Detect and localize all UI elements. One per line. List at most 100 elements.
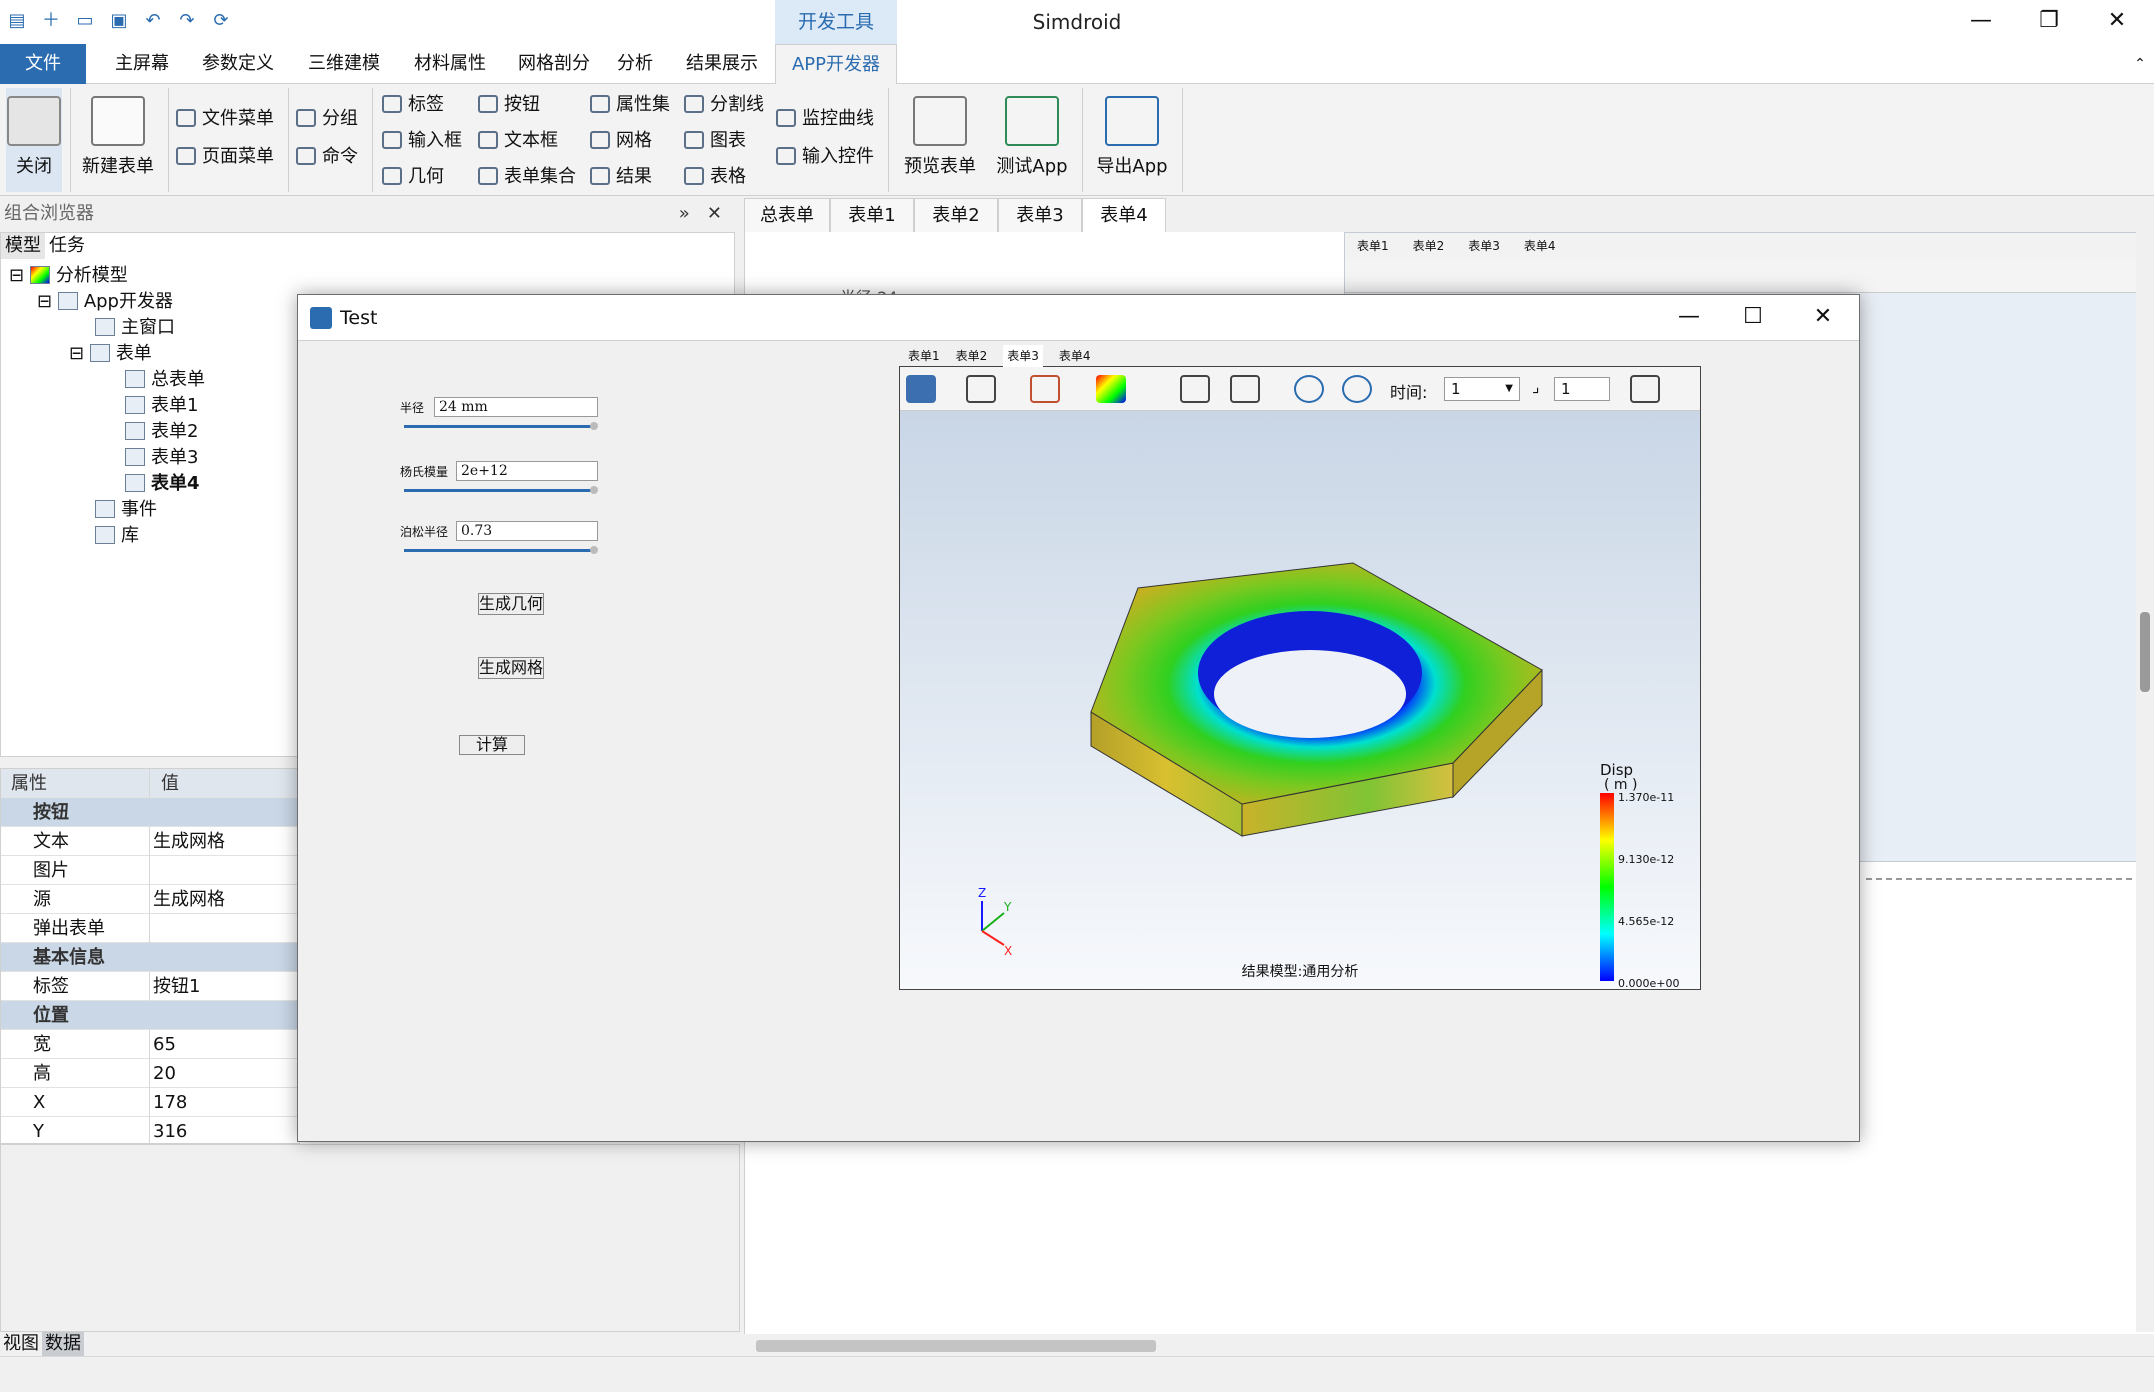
axes-icon[interactable] (1230, 375, 1260, 403)
close-panel-icon[interactable]: ✕ (707, 203, 722, 224)
dialog-maximize-button[interactable]: ☐ (1718, 295, 1788, 341)
viewer-tab-4[interactable]: 表单4 (1059, 345, 1091, 367)
step-spinbox[interactable]: 1 (1554, 377, 1610, 401)
tab-file[interactable]: 文件 (0, 44, 86, 84)
tab-data[interactable]: 数据 (42, 1332, 84, 1356)
tab-app-developer[interactable]: APP开发器 (775, 44, 897, 84)
radius-slider[interactable] (404, 422, 598, 430)
restore-button[interactable]: ❐ (2016, 0, 2082, 44)
fit-view-icon[interactable] (1180, 375, 1210, 403)
viewer-tab-1[interactable]: 表单1 (908, 345, 940, 367)
property-row[interactable]: 高 20 (1, 1059, 301, 1088)
tree-node-form2[interactable]: 表单2 (125, 419, 198, 445)
section-icon[interactable] (1030, 375, 1060, 403)
tree-node-forms[interactable]: ⊟ 表单 (69, 341, 152, 367)
tab-view[interactable]: 视图 (0, 1332, 42, 1356)
bg-view-tab-1[interactable]: 表单1 (1357, 233, 1389, 259)
result-button[interactable]: 结果 (590, 162, 652, 192)
compute-button[interactable]: 计算 (459, 735, 525, 755)
close-button[interactable]: ✕ (2084, 0, 2150, 44)
generate-geometry-button[interactable]: 生成几何 (478, 593, 544, 615)
property-value[interactable]: 生成网格 (153, 827, 225, 856)
tab-analysis[interactable]: 分析 (600, 44, 670, 84)
dialog-close-button[interactable]: ✕ (1788, 295, 1858, 341)
property-row[interactable]: 标签 按钮1 (1, 972, 301, 1001)
float-panel-icon[interactable]: » (679, 203, 690, 224)
poisson-slider[interactable] (404, 546, 598, 554)
zoom-icon[interactable] (966, 375, 996, 403)
command-button[interactable]: 命令 (296, 142, 358, 172)
rotate-cw-icon[interactable] (1294, 375, 1324, 403)
tree-node-analysis-model[interactable]: ⊟ 分析模型 (9, 263, 128, 289)
tab-results[interactable]: 结果展示 (668, 44, 776, 84)
minimize-button[interactable]: — (1948, 0, 2014, 44)
file-menu-button[interactable]: 文件菜单 (176, 104, 274, 134)
tab-model[interactable]: 模型 (1, 233, 45, 259)
prop-set-button[interactable]: 属性集 (590, 90, 670, 120)
tab-meshing[interactable]: 网格剖分 (500, 44, 608, 84)
property-row[interactable]: X 178 (1, 1088, 301, 1117)
form-set-button[interactable]: 表单集合 (478, 162, 576, 192)
test-app-button[interactable]: 测试App (990, 88, 1074, 178)
radius-input[interactable]: 24 mm (434, 397, 598, 417)
colormap-icon[interactable] (1096, 375, 1126, 403)
group-button[interactable]: 分组 (296, 104, 358, 134)
chart-button[interactable]: 图表 (684, 126, 746, 156)
scroll-thumb[interactable] (756, 1340, 1156, 1352)
video-icon[interactable] (1630, 375, 1660, 403)
bg-view-tab-4[interactable]: 表单4 (1524, 233, 1556, 259)
tree-node-form-all[interactable]: 总表单 (125, 367, 205, 393)
tree-node-main-window[interactable]: 主窗口 (95, 315, 175, 341)
tree-node-events[interactable]: 事件 (95, 497, 157, 523)
tab-tasks[interactable]: 任务 (45, 233, 89, 259)
splitter-button[interactable]: 分割线 (684, 90, 764, 120)
youngs-modulus-input[interactable]: 2e+12 (456, 461, 598, 481)
property-row[interactable]: 图片 (1, 856, 301, 885)
property-row[interactable]: 宽 65 (1, 1030, 301, 1059)
label-button[interactable]: 标签 (382, 90, 444, 120)
form-tab-2[interactable]: 表单2 (914, 198, 998, 232)
form-tab-all[interactable]: 总表单 (744, 198, 830, 232)
tree-node-library[interactable]: 库 (95, 523, 139, 549)
property-row[interactable]: Y 316 (1, 1117, 301, 1146)
bg-view-tab-2[interactable]: 表单2 (1413, 233, 1445, 259)
property-value[interactable]: 生成网格 (153, 885, 225, 914)
vertical-scrollbar[interactable] (2136, 232, 2154, 1332)
tree-node-form1[interactable]: 表单1 (125, 393, 198, 419)
input-control-button[interactable]: 输入控件 (776, 142, 874, 172)
dialog-minimize-button[interactable]: — (1654, 295, 1724, 341)
generate-mesh-button[interactable]: 生成网格 (478, 657, 544, 679)
preview-form-button[interactable]: 预览表单 (896, 88, 984, 178)
form-tab-1[interactable]: 表单1 (830, 198, 914, 232)
close-form-button[interactable]: 关闭 (6, 88, 62, 192)
scroll-thumb[interactable] (2140, 612, 2150, 692)
bg-view-tab-3[interactable]: 表单3 (1468, 233, 1500, 259)
collapse-ribbon-icon[interactable]: ⌃ (2128, 44, 2152, 84)
monitor-curve-button[interactable]: 监控曲线 (776, 104, 874, 134)
youngs-modulus-slider[interactable] (404, 486, 598, 494)
property-value[interactable]: 20 (153, 1059, 176, 1088)
tab-home[interactable]: 主屏幕 (92, 44, 192, 84)
tab-parameters[interactable]: 参数定义 (184, 44, 292, 84)
viewer-tab-3[interactable]: 表单3 (1003, 345, 1043, 367)
viewer-tab-2[interactable]: 表单2 (956, 345, 988, 367)
tree-node-form4[interactable]: 表单4 (125, 471, 200, 497)
rotate-ccw-icon[interactable] (1342, 375, 1372, 403)
camera-icon[interactable] (906, 375, 936, 403)
text-box-button[interactable]: 文本框 (478, 126, 558, 156)
property-row[interactable]: 弹出表单 (1, 914, 301, 943)
time-select[interactable]: 1 ▼ (1444, 377, 1520, 401)
property-value[interactable]: 按钮1 (153, 972, 200, 1001)
export-app-button[interactable]: 导出App (1090, 88, 1174, 178)
tree-node-form3[interactable]: 表单3 (125, 445, 198, 471)
new-form-button[interactable]: 新建表单 (76, 88, 160, 178)
result-plot[interactable]: Z Y X Disp ( m ) 1.370e-11 9.130e-12 4.5… (900, 411, 1700, 990)
property-value[interactable]: 65 (153, 1030, 176, 1059)
geometry-button[interactable]: 几何 (382, 162, 444, 192)
property-value[interactable]: 178 (153, 1088, 187, 1117)
tree-node-app-dev[interactable]: ⊟ App开发器 (37, 289, 173, 315)
table-button[interactable]: 表格 (684, 162, 746, 192)
poisson-input[interactable]: 0.73 (456, 521, 598, 541)
form-tab-4[interactable]: 表单4 (1082, 198, 1166, 232)
mesh-button[interactable]: 网格 (590, 126, 652, 156)
